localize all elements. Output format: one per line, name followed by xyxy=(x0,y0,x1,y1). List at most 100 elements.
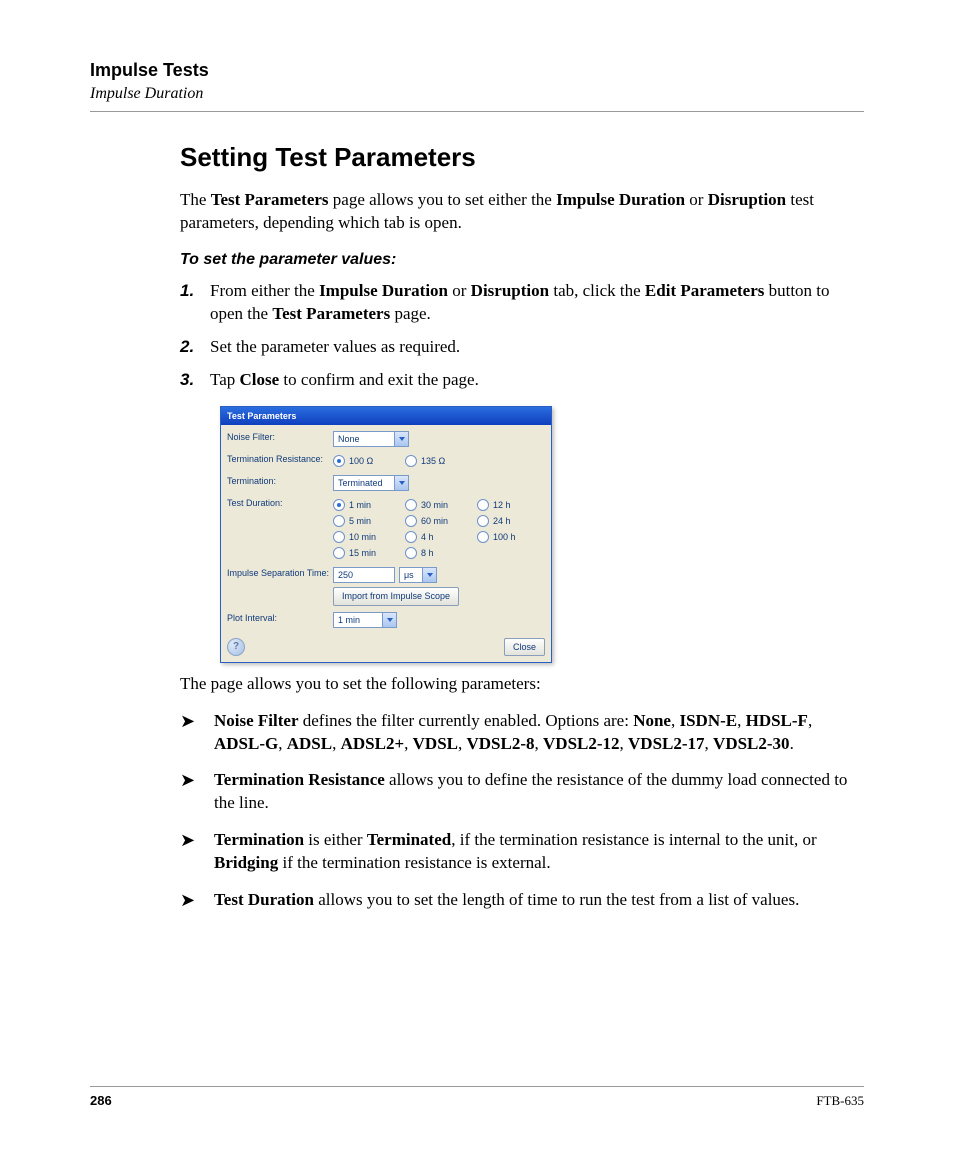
step-text: Tap Close to confirm and exit the page. xyxy=(210,369,864,392)
arrow-icon: ➤ xyxy=(180,710,214,756)
step-2: 2. Set the parameter values as required. xyxy=(180,336,864,359)
text-fragment: , xyxy=(458,734,467,753)
noise-filter-dropdown[interactable]: None xyxy=(333,431,409,447)
label-termination-resistance: Termination Resistance: xyxy=(227,453,333,465)
page-footer: 286 FTB-635 xyxy=(90,1086,864,1109)
text-bold: Test Parameters xyxy=(211,190,329,209)
bullet-text: Noise Filter defines the filter currentl… xyxy=(214,710,864,756)
radio-label: 100 h xyxy=(493,531,516,543)
chevron-down-icon xyxy=(394,476,408,490)
chevron-down-icon xyxy=(382,613,396,627)
chevron-down-icon xyxy=(422,568,436,582)
radio-30min[interactable]: 30 min xyxy=(405,497,477,513)
steps-list: 1. From either the Impulse Duration or D… xyxy=(180,280,864,392)
chevron-down-icon xyxy=(394,432,408,446)
close-button[interactable]: Close xyxy=(504,638,545,656)
step-number: 2. xyxy=(180,336,210,359)
bullet-text: Test Duration allows you to set the leng… xyxy=(214,889,864,912)
text-fragment: defines the filter currently enabled. Op… xyxy=(299,711,634,730)
text-fragment: tab, click the xyxy=(549,281,645,300)
text-fragment: if the termination resistance is externa… xyxy=(278,853,550,872)
radio-label: 10 min xyxy=(349,531,376,543)
step-text: Set the parameter values as required. xyxy=(210,336,864,359)
header-subtitle: Impulse Duration xyxy=(90,85,864,103)
text-fragment: , xyxy=(404,734,413,753)
bullet-list: ➤ Noise Filter defines the filter curren… xyxy=(180,710,864,913)
radio-label: 12 h xyxy=(493,499,511,511)
text-fragment: , xyxy=(808,711,812,730)
dialog-screenshot: Test Parameters Noise Filter: None Termi… xyxy=(180,406,864,662)
bullet-text: Termination Resistance allows you to def… xyxy=(214,769,864,815)
radio-label: 135 Ω xyxy=(421,455,445,467)
text-bold: VDSL xyxy=(413,734,458,753)
text-bold: ISDN-E xyxy=(679,711,737,730)
step-number: 3. xyxy=(180,369,210,392)
duration-radio-group: 1 min 30 min 12 h 5 min 60 min 24 h 10 m… xyxy=(333,497,537,561)
dropdown-value: 1 min xyxy=(334,613,382,627)
text-fragment: Tap xyxy=(210,370,240,389)
text-bold: Impulse Duration xyxy=(319,281,448,300)
text-fragment: , if the termination resistance is inter… xyxy=(451,830,816,849)
test-parameters-dialog: Test Parameters Noise Filter: None Termi… xyxy=(220,406,552,662)
text-fragment: From either the xyxy=(210,281,319,300)
radio-label: 30 min xyxy=(421,499,448,511)
separation-time-unit-dropdown[interactable]: μs xyxy=(399,567,437,583)
arrow-icon: ➤ xyxy=(180,829,214,875)
text-fragment: The xyxy=(180,190,211,209)
radio-label: 4 h xyxy=(421,531,434,543)
radio-12h[interactable]: 12 h xyxy=(477,497,549,513)
bullet-noise-filter: ➤ Noise Filter defines the filter curren… xyxy=(180,710,864,756)
label-plot-interval: Plot Interval: xyxy=(227,612,333,624)
page-number: 286 xyxy=(90,1093,112,1109)
text-bold: Noise Filter xyxy=(214,711,299,730)
step-text: From either the Impulse Duration or Disr… xyxy=(210,280,864,326)
bullet-test-duration: ➤ Test Duration allows you to set the le… xyxy=(180,889,864,912)
radio-label: 15 min xyxy=(349,547,376,559)
radio-60min[interactable]: 60 min xyxy=(405,513,477,529)
radio-4h[interactable]: 4 h xyxy=(405,529,477,545)
row-termination-resistance: Termination Resistance: 100 Ω 135 Ω xyxy=(227,453,545,469)
text-fragment: , xyxy=(620,734,629,753)
text-bold: Edit Parameters xyxy=(645,281,764,300)
termination-dropdown[interactable]: Terminated xyxy=(333,475,409,491)
radio-10min[interactable]: 10 min xyxy=(333,529,405,545)
radio-label: 100 Ω xyxy=(349,455,373,467)
text-fragment: , xyxy=(535,734,544,753)
text-fragment: , xyxy=(705,734,714,753)
radio-8h[interactable]: 8 h xyxy=(405,545,477,561)
text-fragment: or xyxy=(685,190,708,209)
text-bold: Bridging xyxy=(214,853,278,872)
radio-1min[interactable]: 1 min xyxy=(333,497,405,513)
text-fragment: , xyxy=(332,734,341,753)
text-bold: Termination xyxy=(214,830,304,849)
text-fragment: is either xyxy=(304,830,367,849)
help-icon[interactable]: ? xyxy=(227,638,245,656)
bullet-termination: ➤ Termination is either Terminated, if t… xyxy=(180,829,864,875)
row-separation-time: Impulse Separation Time: 250 μs Import f… xyxy=(227,567,545,605)
below-dialog-text: The page allows you to set the following… xyxy=(180,673,864,696)
dropdown-value: None xyxy=(334,432,394,446)
text-fragment: allows you to set the length of time to … xyxy=(314,890,799,909)
text-fragment: to confirm and exit the page. xyxy=(279,370,479,389)
text-bold: Disruption xyxy=(708,190,786,209)
radio-100h[interactable]: 100 h xyxy=(477,529,549,545)
radio-24h[interactable]: 24 h xyxy=(477,513,549,529)
plot-interval-dropdown[interactable]: 1 min xyxy=(333,612,397,628)
radio-100-ohm[interactable]: 100 Ω xyxy=(333,453,405,469)
dialog-footer: ? Close xyxy=(221,634,551,662)
radio-5min[interactable]: 5 min xyxy=(333,513,405,529)
dialog-titlebar: Test Parameters xyxy=(221,407,551,425)
radio-135-ohm[interactable]: 135 Ω xyxy=(405,453,477,469)
text-fragment: , xyxy=(278,734,287,753)
text-bold: Close xyxy=(240,370,280,389)
step-number: 1. xyxy=(180,280,210,326)
label-separation-time: Impulse Separation Time: xyxy=(227,567,333,579)
row-termination: Termination: Terminated xyxy=(227,475,545,491)
radio-label: 5 min xyxy=(349,515,371,527)
row-noise-filter: Noise Filter: None xyxy=(227,431,545,447)
radio-15min[interactable]: 15 min xyxy=(333,545,405,561)
text-bold: HDSL-F xyxy=(746,711,808,730)
subheading: To set the parameter values: xyxy=(180,249,864,271)
separation-time-input[interactable]: 250 xyxy=(333,567,395,583)
import-from-impulse-scope-button[interactable]: Import from Impulse Scope xyxy=(333,587,459,605)
